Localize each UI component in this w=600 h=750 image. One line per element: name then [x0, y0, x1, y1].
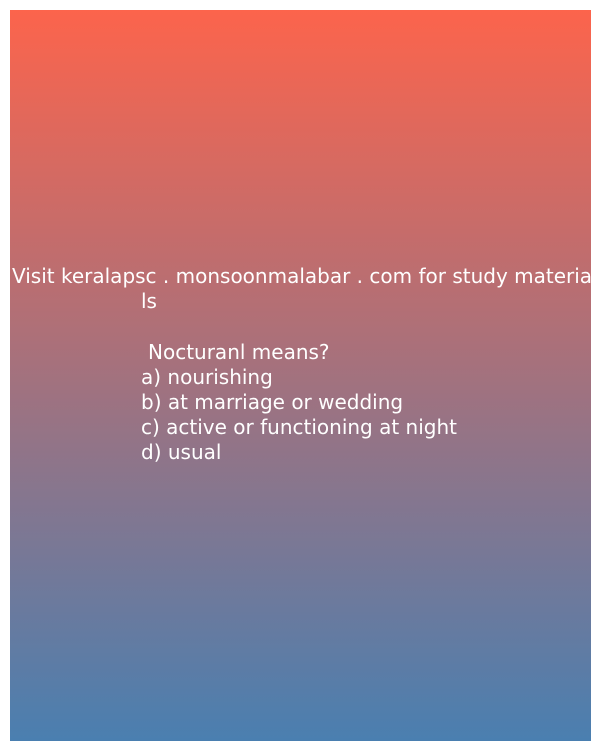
question-text: Nocturanl means?: [148, 340, 330, 364]
option-b: b) at marriage or wedding: [141, 390, 404, 414]
option-d: d) usual: [141, 440, 222, 464]
option-c: c) active or functioning at night: [141, 415, 458, 439]
question-text-block: Visit keralapsc . monsoonmalabar . com f…: [10, 10, 593, 741]
promo-text-line-1: Visit keralapsc . monsoonmalabar . com f…: [12, 264, 593, 288]
promo-text-line-2: ls: [141, 289, 157, 313]
question-card: Visit keralapsc . monsoonmalabar . com f…: [10, 10, 593, 741]
option-a: a) nourishing: [141, 365, 273, 389]
